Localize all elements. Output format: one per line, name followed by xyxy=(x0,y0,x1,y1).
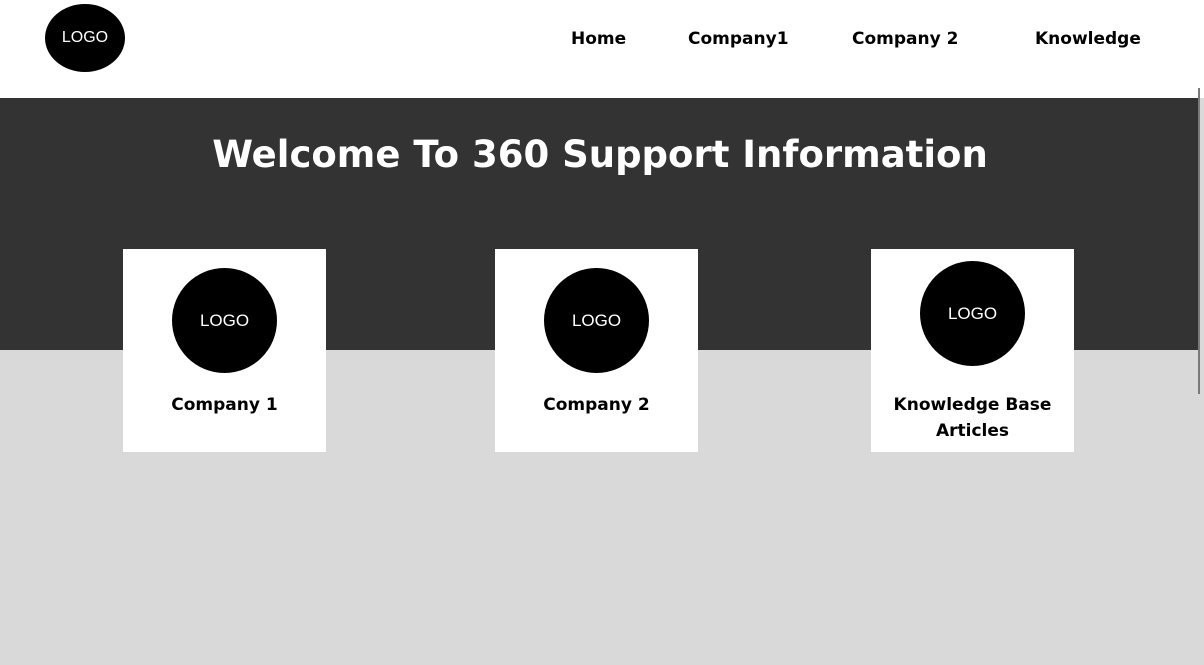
company-1-label: Company 1 xyxy=(171,395,278,415)
top-header: LOGO Home Company1 Company 2 Knowledge xyxy=(0,0,1204,98)
nav-link-company2[interactable]: Company 2 xyxy=(852,28,958,50)
company-1-logo: LOGO xyxy=(172,268,277,373)
company-2-label: Company 2 xyxy=(543,395,650,415)
knowledge-base-logo: LOGO xyxy=(920,261,1025,366)
site-logo[interactable]: LOGO xyxy=(45,4,125,72)
page-title: Welcome To 360 Support Information xyxy=(212,133,988,176)
knowledge-base-logo-text: LOGO xyxy=(947,303,998,323)
knowledge-base-card[interactable]: LOGO Knowledge Base Articles xyxy=(871,249,1074,452)
company-1-logo-text: LOGO xyxy=(199,310,250,330)
nav-link-knowledge[interactable]: Knowledge xyxy=(1035,28,1141,50)
nav-link-home[interactable]: Home xyxy=(571,28,626,50)
company-1-card[interactable]: LOGO Company 1 xyxy=(123,249,326,452)
knowledge-base-label: Knowledge Base Articles xyxy=(893,395,1052,441)
company-2-card[interactable]: LOGO Company 2 xyxy=(495,249,698,452)
site-logo-text: LOGO xyxy=(61,29,109,46)
nav-link-company1[interactable]: Company1 xyxy=(688,28,789,50)
company-2-logo-text: LOGO xyxy=(571,310,622,330)
company-2-logo: LOGO xyxy=(544,268,649,373)
